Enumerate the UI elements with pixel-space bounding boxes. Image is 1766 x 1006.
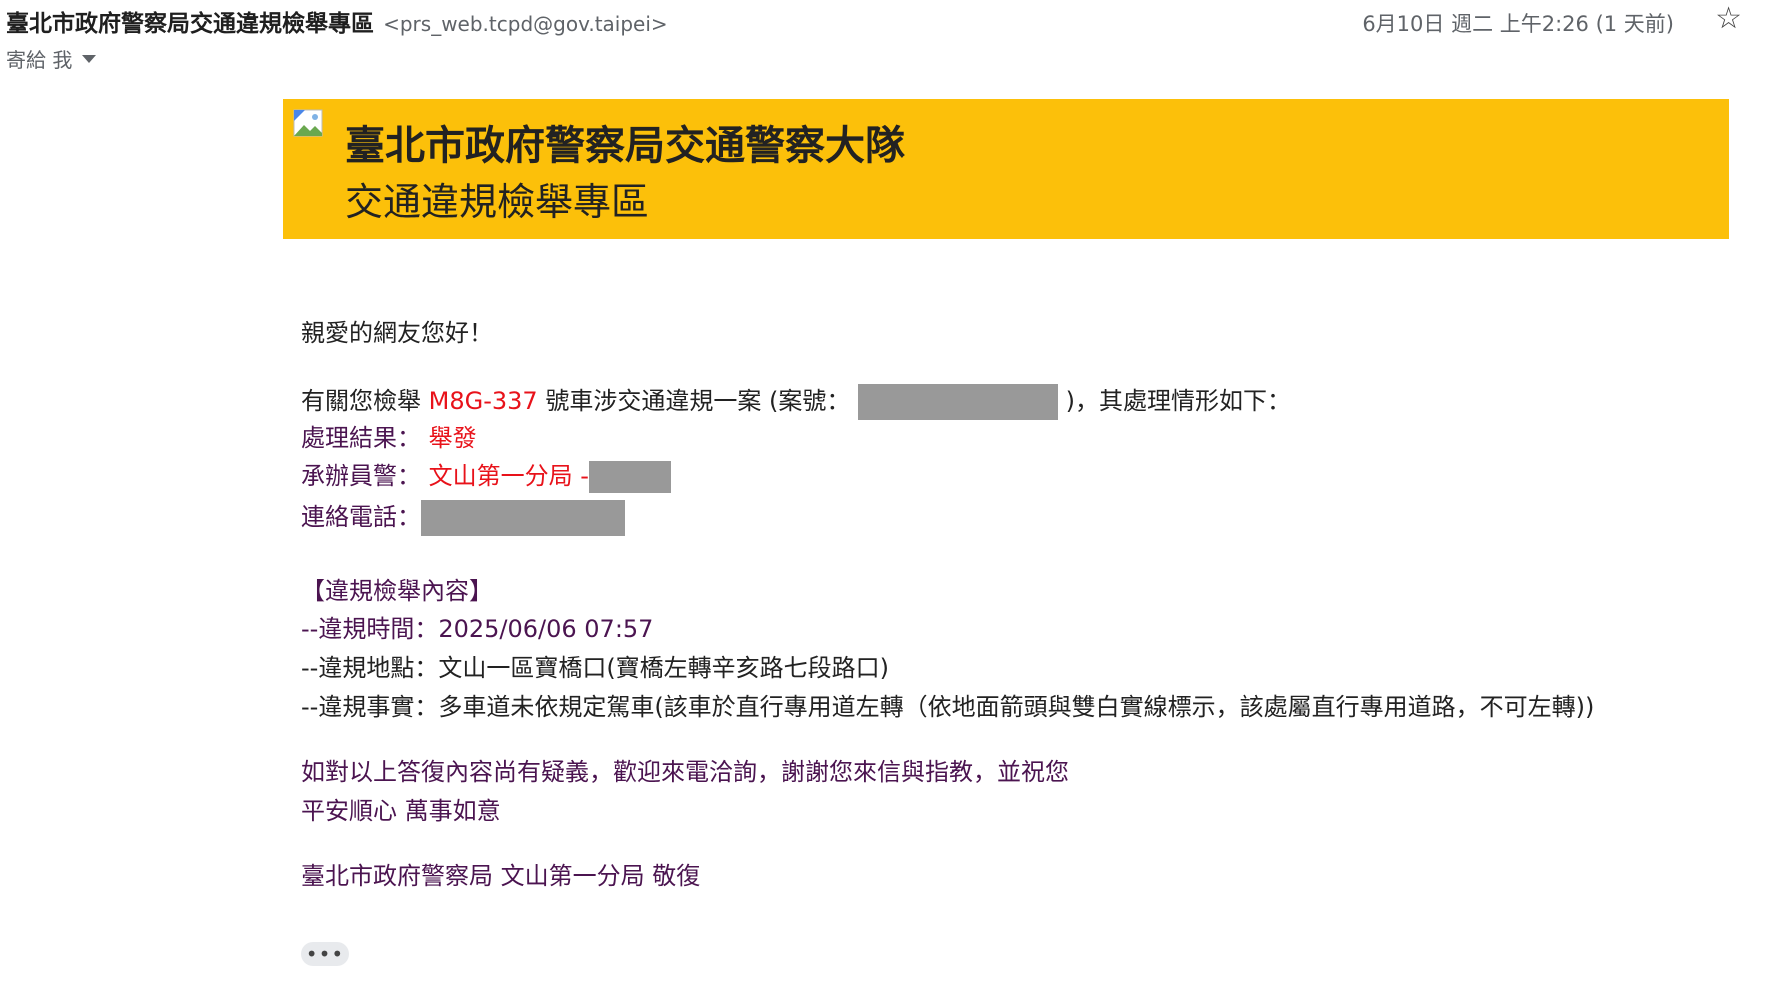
officer-label: 承辦員警：	[301, 462, 421, 490]
banner-title: 臺北市政府警察局交通警察大隊	[345, 123, 905, 169]
plate-number: M8G-337	[428, 387, 538, 415]
violation-time: --違規時間：2025/06/06 07:57	[301, 615, 654, 643]
recipient-label: 寄給 我	[6, 48, 73, 72]
greeting: 親愛的網友您好！	[301, 319, 493, 347]
officer-value: 文山第一分局 -	[428, 462, 589, 490]
violation-place: --違規地點：文山一區寶橋口(寶橋左轉辛亥路七段路口)	[301, 654, 890, 682]
show-trimmed-content-button[interactable]: •••	[301, 942, 349, 966]
phone-label: 連絡電話：	[301, 503, 421, 531]
phone-line: 連絡電話：	[301, 500, 625, 536]
email-banner: 臺北市政府警察局交通警察大隊 交通違規檢舉專區	[283, 99, 1729, 239]
recipient-row: 寄給 我	[6, 44, 97, 73]
banner-subtitle: 交通違規檢舉專區	[345, 180, 650, 224]
intro-suffix: )，其處理情形如下：	[1065, 387, 1291, 415]
broken-image-icon	[293, 109, 323, 137]
result-value: 舉發	[428, 424, 477, 452]
details-dropdown-icon[interactable]	[82, 54, 97, 63]
sender-name[interactable]: 臺北市政府警察局交通違規檢舉專區	[6, 11, 374, 37]
result-label: 處理結果：	[301, 424, 421, 452]
intro-mid: 號車涉交通違規一案 (案號：	[545, 387, 851, 415]
sender-email: <prs_web.tcpd@gov.taipei>	[383, 12, 668, 36]
star-icon[interactable]: ☆	[1715, 4, 1742, 34]
signature: 臺北市政府警察局 文山第一分局 敬復	[301, 862, 701, 890]
email-date: 6月10日 週二 上午2:26 (1 天前)	[1362, 12, 1674, 36]
intro-prefix: 有關您檢舉	[301, 387, 421, 415]
sender-row: 臺北市政府警察局交通違規檢舉專區 <prs_web.tcpd@gov.taipe…	[6, 4, 668, 38]
closing-wish: 平安順心 萬事如意	[301, 797, 501, 825]
officer-name-redacted	[588, 461, 671, 493]
intro-line: 有關您檢舉 M8G-337 號車涉交通違規一案 (案號： )，其處理情形如下：	[301, 384, 1291, 420]
closing-line: 如對以上答復內容尚有疑義，歡迎來電洽詢，謝謝您來信與指教，並祝您	[301, 758, 1069, 786]
case-number-redacted	[857, 384, 1058, 420]
section-title: 【違規檢舉內容】	[301, 577, 493, 605]
violation-fact: --違規事實：多車道未依規定駕車(該車於直行專用道左轉（依地面箭頭與雙白實線標示…	[301, 693, 1595, 721]
officer-line: 承辦員警： 文山第一分局 -	[301, 461, 671, 493]
phone-redacted	[421, 500, 625, 536]
result-line: 處理結果： 舉發	[301, 423, 477, 453]
